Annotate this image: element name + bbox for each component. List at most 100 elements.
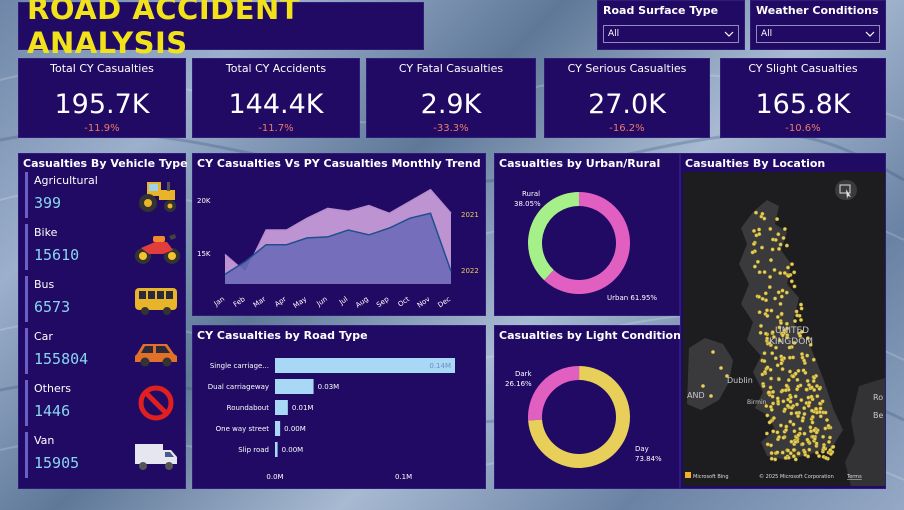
chevron-down-icon [724, 31, 734, 37]
location-dot [768, 443, 773, 448]
location-dot [776, 232, 781, 237]
kpi-change: -33.3% [433, 123, 469, 134]
location-dot [826, 423, 831, 428]
location-dot [814, 450, 819, 455]
kpi-title: Total CY Accidents [225, 62, 327, 75]
location-dot [771, 389, 776, 394]
urban-label: Urban 61.95% [607, 294, 657, 302]
location-dot [783, 388, 788, 393]
location-dot [799, 306, 804, 311]
dark-label: Dark [515, 370, 533, 378]
dark-value: 26.16% [505, 380, 532, 388]
location-dot [780, 367, 785, 372]
location-dot [828, 448, 833, 453]
location-dot [796, 451, 801, 456]
location-dot [757, 227, 762, 232]
location-dot [782, 270, 787, 275]
trend-month-label: Apr [273, 295, 288, 309]
location-dot [791, 422, 796, 427]
location-dot [768, 367, 773, 372]
location-dot [794, 309, 799, 314]
location-dot [816, 454, 821, 459]
location-dot [758, 323, 763, 328]
trend-month-label: Oct [397, 295, 412, 309]
road-type-xtick: 0.1M [395, 473, 412, 481]
location-dot [815, 394, 820, 399]
kpi-change: -16.2% [609, 123, 645, 134]
map-label-be: Be [873, 411, 883, 420]
weather-dropdown[interactable]: All [756, 25, 880, 43]
location-dot [823, 410, 828, 415]
road-surface-slicer: Road Surface Type All [597, 0, 745, 50]
location-dot [821, 445, 826, 450]
location-dot [818, 414, 823, 419]
road-surface-dropdown[interactable]: All [603, 25, 739, 43]
dashboard-title: ROAD ACCIDENT ANALYSIS [27, 0, 301, 60]
location-dot [806, 454, 811, 459]
location-dot [808, 425, 813, 430]
dashboard-title-box: ROAD ACCIDENT ANALYSIS [18, 0, 424, 60]
location-dot [807, 400, 812, 405]
map-terms-link[interactable]: Terms [846, 474, 862, 480]
map-label-ro: Ro [873, 393, 883, 402]
trend-month-label: Jan [212, 295, 226, 308]
location-dot [792, 284, 797, 289]
location-dot [769, 451, 774, 456]
location-dot [770, 247, 775, 252]
road-type-value: 0.03M [318, 383, 340, 391]
location-dot [818, 406, 823, 411]
road-type-value: 0.00M [282, 446, 304, 454]
kpi-card-total-casualties: Total CY Casualties 195.7K -11.9% [18, 58, 186, 138]
location-dot [761, 384, 766, 389]
location-dot [809, 394, 814, 399]
location-dot [778, 242, 783, 247]
location-dot [800, 418, 805, 423]
location-dot [775, 430, 780, 435]
trend-chart: 20K 15K 2021 2022 Jan Feb Mar Apr May Jun Jul A… [197, 188, 479, 310]
location-dot [764, 308, 769, 313]
kpi-value: 165.8K [755, 89, 851, 120]
location-dot [770, 330, 775, 335]
location-dot [823, 426, 828, 431]
map-select-icon[interactable] [835, 180, 857, 200]
road-type-chart: Single carriage... 0.14M Dual carriageway 0… [208, 358, 455, 481]
location-dot [782, 407, 787, 412]
location-dot [793, 457, 798, 462]
road-type-bar [275, 358, 455, 373]
location-dot [779, 357, 784, 362]
vehicle-name: Bus [34, 278, 55, 291]
location-dot [757, 270, 762, 275]
location-dot [805, 437, 810, 442]
location-dot [764, 431, 769, 436]
trend-month-label: Feb [232, 295, 247, 309]
vehicle-name: Bike [34, 226, 58, 239]
location-dot [799, 398, 804, 403]
map-footer-left: Microsoft Bing [693, 474, 729, 480]
road-type-label: One way street [216, 425, 270, 433]
road-type-value: 0.14M [429, 362, 451, 370]
location-dot [823, 455, 828, 460]
location-dot [752, 264, 757, 269]
kpi-value: 144.4K [228, 89, 324, 120]
location-dot [768, 258, 773, 263]
urban-rural-donut: Rural 38.05% Urban 61.95% [514, 190, 657, 302]
location-dot [802, 358, 807, 363]
location-dot [795, 377, 800, 382]
location-dot [771, 416, 776, 421]
location-dot [789, 279, 794, 284]
location-map[interactable]: UNITED KINGDOM Dublin AND Birmin Ro Be M… [683, 172, 885, 486]
trend-month-label: Nov [416, 295, 432, 309]
location-dot [795, 387, 800, 392]
kpi-title: CY Fatal Casualties [398, 62, 504, 75]
location-dot [771, 429, 776, 434]
location-dot [784, 383, 789, 388]
road-surface-label: Road Surface Type [603, 4, 719, 17]
location-dot [769, 407, 774, 412]
location-dot [785, 265, 790, 270]
location-dot [789, 411, 794, 416]
vehicle-name: Car [34, 330, 53, 343]
location-dot [803, 370, 808, 375]
location-dot [763, 291, 768, 296]
vehicle-type-panel: Casualties By Vehicle Type Agricultural … [18, 153, 188, 489]
location-dot [775, 396, 780, 401]
